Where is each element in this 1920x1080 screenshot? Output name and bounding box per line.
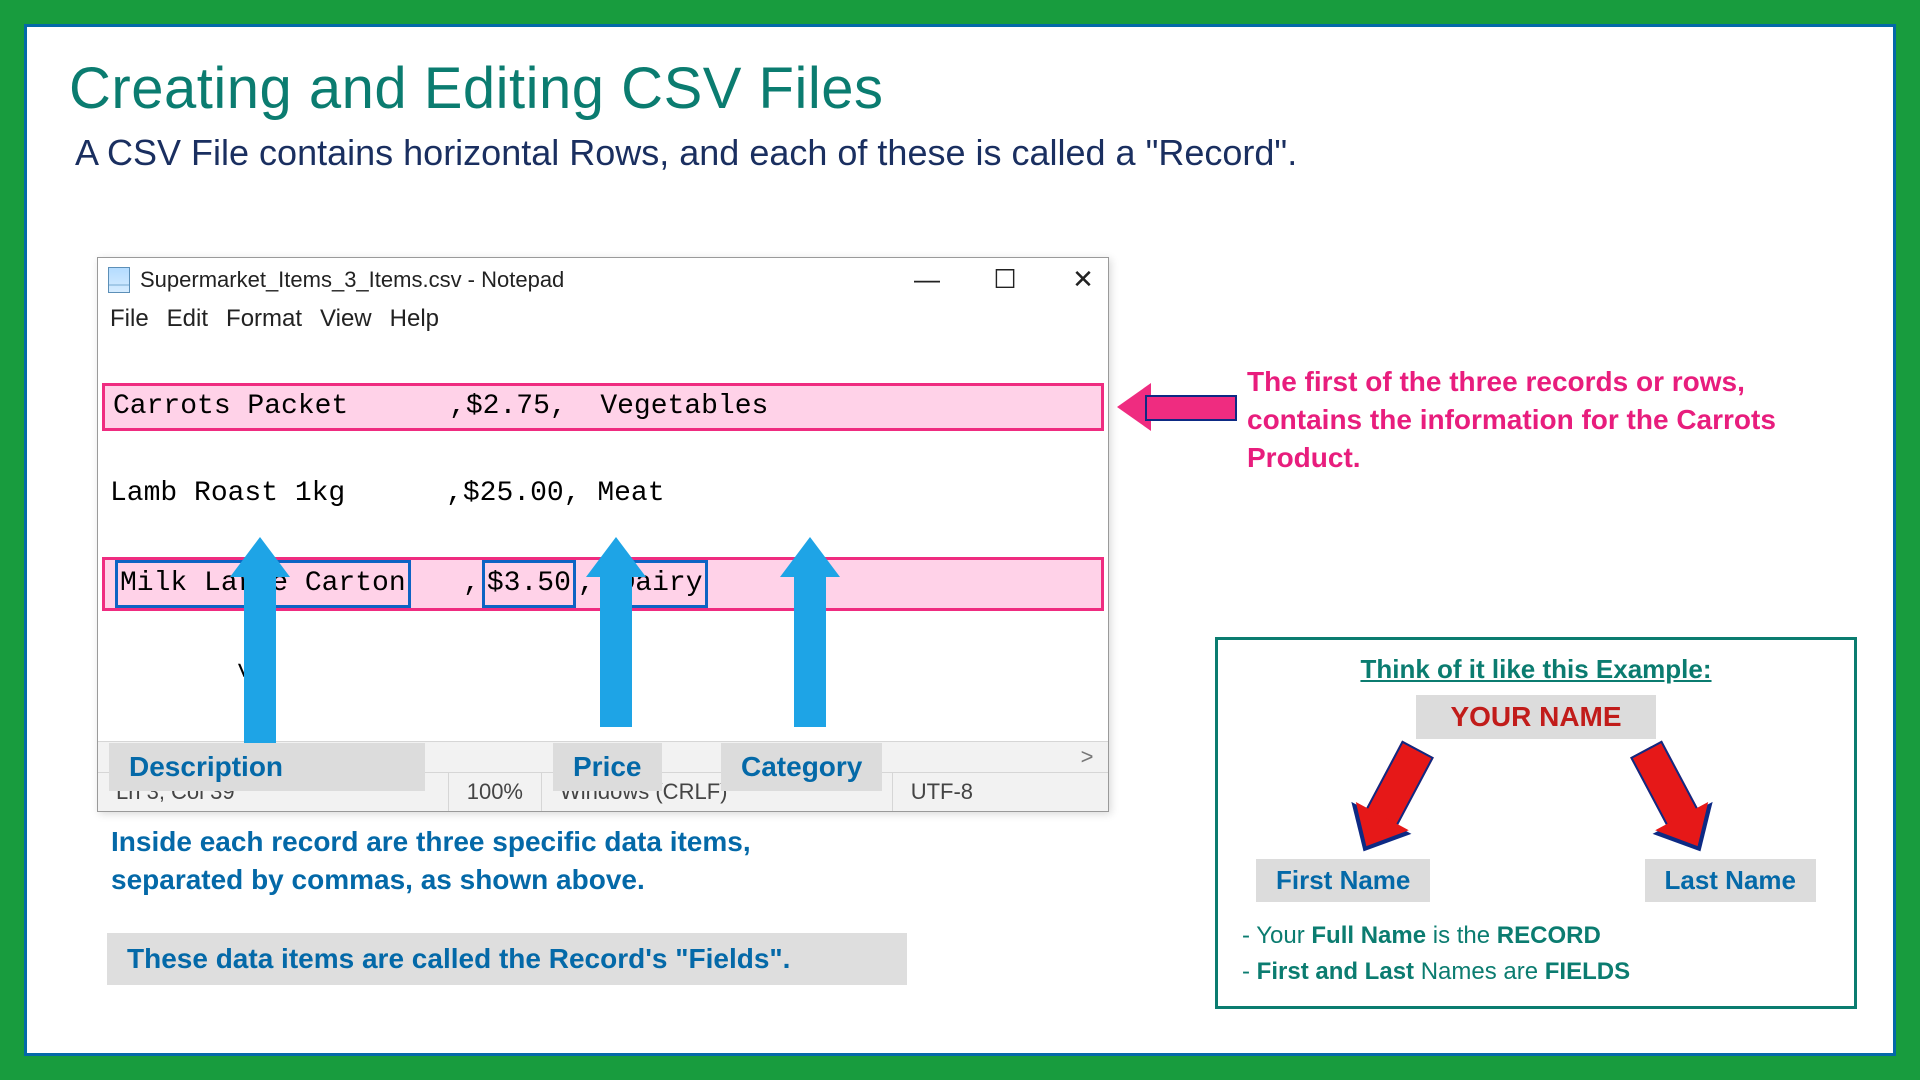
maximize-icon[interactable]: ☐ (990, 264, 1020, 295)
menu-format[interactable]: Format (226, 305, 302, 333)
csv-row-2: Lamb Roast 1kg ,$25.00, Meat (102, 473, 1104, 515)
status-zoom: 100% (449, 773, 542, 811)
notepad-icon (108, 267, 130, 293)
example-arrows (1236, 749, 1836, 859)
example-line2: - First and Last Names are FIELDS (1242, 954, 1830, 990)
arrow-price (593, 537, 639, 727)
arrow-first-record (1117, 387, 1237, 425)
menu-edit[interactable]: Edit (167, 305, 208, 333)
row2-desc: Lamb Roast 1kg (110, 478, 446, 509)
menu-help[interactable]: Help (390, 305, 439, 333)
row1-price: $2.75 (466, 391, 550, 422)
row1-desc: Carrots Packet (113, 391, 449, 422)
arrow-description (237, 537, 283, 765)
label-description: Description (109, 743, 425, 791)
close-icon[interactable]: ✕ (1068, 264, 1098, 295)
explain-fields-definition: These data items are called the Record's… (107, 933, 907, 985)
scroll-right-icon[interactable]: > (1078, 744, 1096, 770)
page-subtitle: A CSV File contains horizontal Rows, and… (75, 132, 1851, 174)
callout-first-record: The first of the three records or rows, … (1247, 363, 1807, 476)
minimize-icon[interactable]: — (912, 264, 942, 295)
example-box: Think of it like this Example: YOUR NAME… (1215, 637, 1857, 1009)
notepad-window-title: Supermarket_Items_3_Items.csv - Notepad (140, 267, 912, 293)
example-explanations: - Your Full Name is the RECORD - First a… (1236, 918, 1836, 990)
arrow-lastname (1630, 741, 1700, 830)
page-title: Creating and Editing CSV Files (69, 55, 1851, 122)
notepad-menu: File Edit Format View Help (98, 301, 1108, 341)
status-enc: UTF-8 (893, 773, 1108, 811)
notepad-titlebar: Supermarket_Items_3_Items.csv - Notepad … (98, 258, 1108, 301)
slide-outer-border: Creating and Editing CSV Files A CSV Fil… (0, 0, 1920, 1080)
explain-fields-sentence: Inside each record are three specific da… (111, 823, 851, 899)
menu-file[interactable]: File (110, 305, 149, 333)
csv-row-1: Carrots Packet ,$2.75, Vegetables (102, 383, 1104, 431)
arrow-category (787, 537, 833, 727)
slide-inner-border: Creating and Editing CSV Files A CSV Fil… (24, 24, 1896, 1056)
label-price: Price (553, 743, 662, 791)
example-line1: - Your Full Name is the RECORD (1242, 918, 1830, 954)
example-title: Think of it like this Example: (1236, 654, 1836, 685)
example-firstname-label: First Name (1256, 859, 1430, 902)
arrow-firstname (1364, 741, 1434, 830)
row2-cat: Meat (597, 478, 664, 509)
row2-price: $25.00 (463, 478, 564, 509)
row3-price-field: $3.50 (482, 560, 576, 608)
example-yourname: YOUR NAME (1416, 695, 1656, 739)
label-category: Category (721, 743, 882, 791)
menu-view[interactable]: View (320, 305, 372, 333)
row1-cat: Vegetables (600, 391, 768, 422)
